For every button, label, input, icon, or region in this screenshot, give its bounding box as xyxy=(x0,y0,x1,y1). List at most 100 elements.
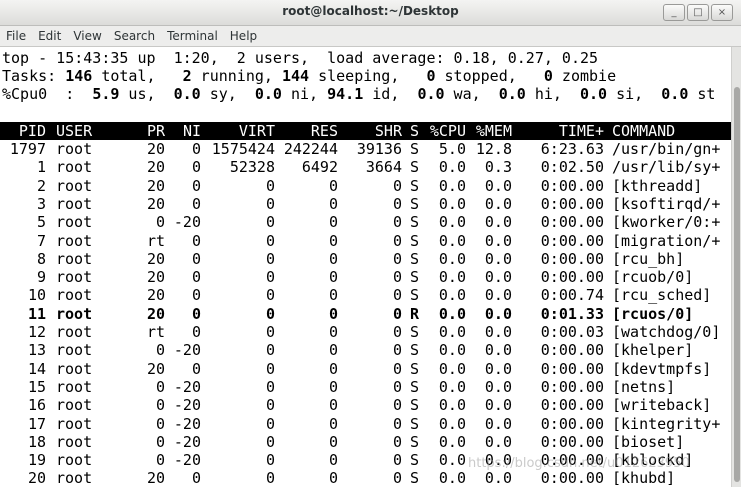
terminal-output[interactable]: top - 15:43:35 up 1:20, 2 users, load av… xyxy=(0,47,731,487)
process-cmd: [rcuob/0] xyxy=(612,268,694,287)
process-row: 5 root 0 -20 0 0 0 S 0.0 0.0 0:00.00 [kworker/0:+ xyxy=(0,213,731,231)
process-s: S xyxy=(410,432,420,451)
process-shr: 3664 xyxy=(365,158,402,177)
cpu-si: 0.0 xyxy=(580,85,608,103)
column-header-shr: SHR xyxy=(374,122,402,140)
maximize-button[interactable]: □ xyxy=(687,4,709,21)
process-virt: 0 xyxy=(265,231,275,250)
cpu-us-label: us, xyxy=(119,85,174,103)
process-s: S xyxy=(410,231,420,250)
process-virt: 0 xyxy=(265,194,275,213)
process-time: 0:00.00 xyxy=(540,469,604,487)
process-mem: 0.0 xyxy=(484,286,512,305)
column-header-s: S xyxy=(410,122,420,140)
process-pid: 14 xyxy=(27,359,46,378)
process-pr: 20 xyxy=(146,268,165,287)
process-pid: 5 xyxy=(36,213,46,232)
process-pr: 20 xyxy=(146,140,165,158)
process-user: root xyxy=(56,359,93,378)
process-cpu: 5.0 xyxy=(438,140,466,158)
process-row: 14 root 20 0 0 0 0 S 0.0 0.0 0:00.00 [kdevtmpfs] xyxy=(0,360,731,378)
column-header-ni: NI xyxy=(182,122,201,140)
process-pr: 20 xyxy=(146,176,165,195)
process-pid: 15 xyxy=(27,377,46,396)
menu-file[interactable]: File xyxy=(6,29,26,43)
process-virt: 0 xyxy=(265,469,275,487)
scrollbar-thumb[interactable] xyxy=(734,87,740,482)
process-user: root xyxy=(56,158,93,177)
process-mem: 0.0 xyxy=(484,176,512,195)
process-virt: 0 xyxy=(265,249,275,268)
process-time: 0:00.00 xyxy=(540,194,604,213)
process-pid: 20 xyxy=(27,469,46,487)
top-uptime-line: top - 15:43:35 up 1:20, 2 users, load av… xyxy=(2,49,599,67)
process-pid: 16 xyxy=(27,396,46,415)
watermark-text: https://blog.csdn.net/u012623950 xyxy=(468,456,690,471)
menu-edit[interactable]: Edit xyxy=(38,29,61,43)
process-virt: 0 xyxy=(265,432,275,451)
cpu-wa-label: wa, xyxy=(444,85,499,103)
tasks-prefix: Tasks: xyxy=(2,67,66,85)
close-button[interactable]: × xyxy=(711,4,733,21)
process-shr: 39136 xyxy=(356,140,402,158)
process-virt: 0 xyxy=(265,286,275,305)
menu-help[interactable]: Help xyxy=(230,29,257,43)
vertical-scrollbar[interactable] xyxy=(731,47,741,487)
menu-terminal[interactable]: Terminal xyxy=(167,29,218,43)
process-res: 0 xyxy=(328,323,338,341)
process-pr: rt xyxy=(146,323,165,341)
menu-search[interactable]: Search xyxy=(114,29,155,43)
process-pid: 1797 xyxy=(9,140,46,158)
process-row: 11 root 20 0 0 0 0 R 0.0 0.0 0:01.33 [rcuos/0] xyxy=(0,305,731,323)
process-cmd: [netns] xyxy=(612,377,676,396)
process-shr: 0 xyxy=(392,432,402,451)
process-pid: 2 xyxy=(36,176,46,195)
process-user: root xyxy=(56,414,93,433)
process-cmd: [ksoftirqd/+ xyxy=(612,194,721,213)
cpu-st-label: st xyxy=(688,85,716,103)
tasks-stopped-label: stopped, xyxy=(435,67,544,85)
process-mem: 0.0 xyxy=(484,396,512,415)
process-pid: 13 xyxy=(27,341,46,360)
process-res: 0 xyxy=(328,451,338,470)
process-user: root xyxy=(56,176,93,195)
cpu-wa: 0.0 xyxy=(417,85,445,103)
process-time: 0:00.00 xyxy=(540,249,604,268)
process-res: 0 xyxy=(328,341,338,360)
process-cpu: 0.0 xyxy=(438,249,466,268)
column-header-cpu: %CPU xyxy=(429,122,466,140)
process-ni: 0 xyxy=(191,268,201,287)
process-pid: 11 xyxy=(27,304,46,323)
process-shr: 0 xyxy=(392,323,402,341)
process-row: 20 root 20 0 0 0 0 S 0.0 0.0 0:00.00 [khubd] xyxy=(0,469,731,487)
process-cpu: 0.0 xyxy=(438,377,466,396)
process-cpu: 0.0 xyxy=(438,451,466,470)
process-virt: 0 xyxy=(265,451,275,470)
process-mem: 0.0 xyxy=(484,414,512,433)
process-cpu: 0.0 xyxy=(438,268,466,287)
process-s: S xyxy=(410,341,420,360)
cpu-ni: 0.0 xyxy=(254,85,282,103)
process-shr: 0 xyxy=(392,286,402,305)
process-s: S xyxy=(410,469,420,487)
process-s: S xyxy=(410,414,420,433)
process-time: 0:00.00 xyxy=(540,176,604,195)
process-user: root xyxy=(56,469,93,487)
menu-view[interactable]: View xyxy=(73,29,101,43)
process-res: 6492 xyxy=(301,158,338,177)
process-pr: 20 xyxy=(146,286,165,305)
cpu-st: 0.0 xyxy=(661,85,689,103)
window-titlebar[interactable]: root@localhost:~/Desktop _ □ × xyxy=(0,0,741,26)
process-pr: 20 xyxy=(146,359,165,378)
process-user: root xyxy=(56,268,93,287)
process-cmd: [migration/+ xyxy=(612,231,721,250)
process-res: 0 xyxy=(328,304,338,323)
process-res: 0 xyxy=(328,249,338,268)
process-user: root xyxy=(56,396,93,415)
process-user: root xyxy=(56,231,93,250)
process-s: S xyxy=(410,176,420,195)
process-cmd: [watchdog/0] xyxy=(612,323,721,341)
process-cpu: 0.0 xyxy=(438,359,466,378)
process-pr: 0 xyxy=(155,451,165,470)
minimize-button[interactable]: _ xyxy=(663,4,685,21)
